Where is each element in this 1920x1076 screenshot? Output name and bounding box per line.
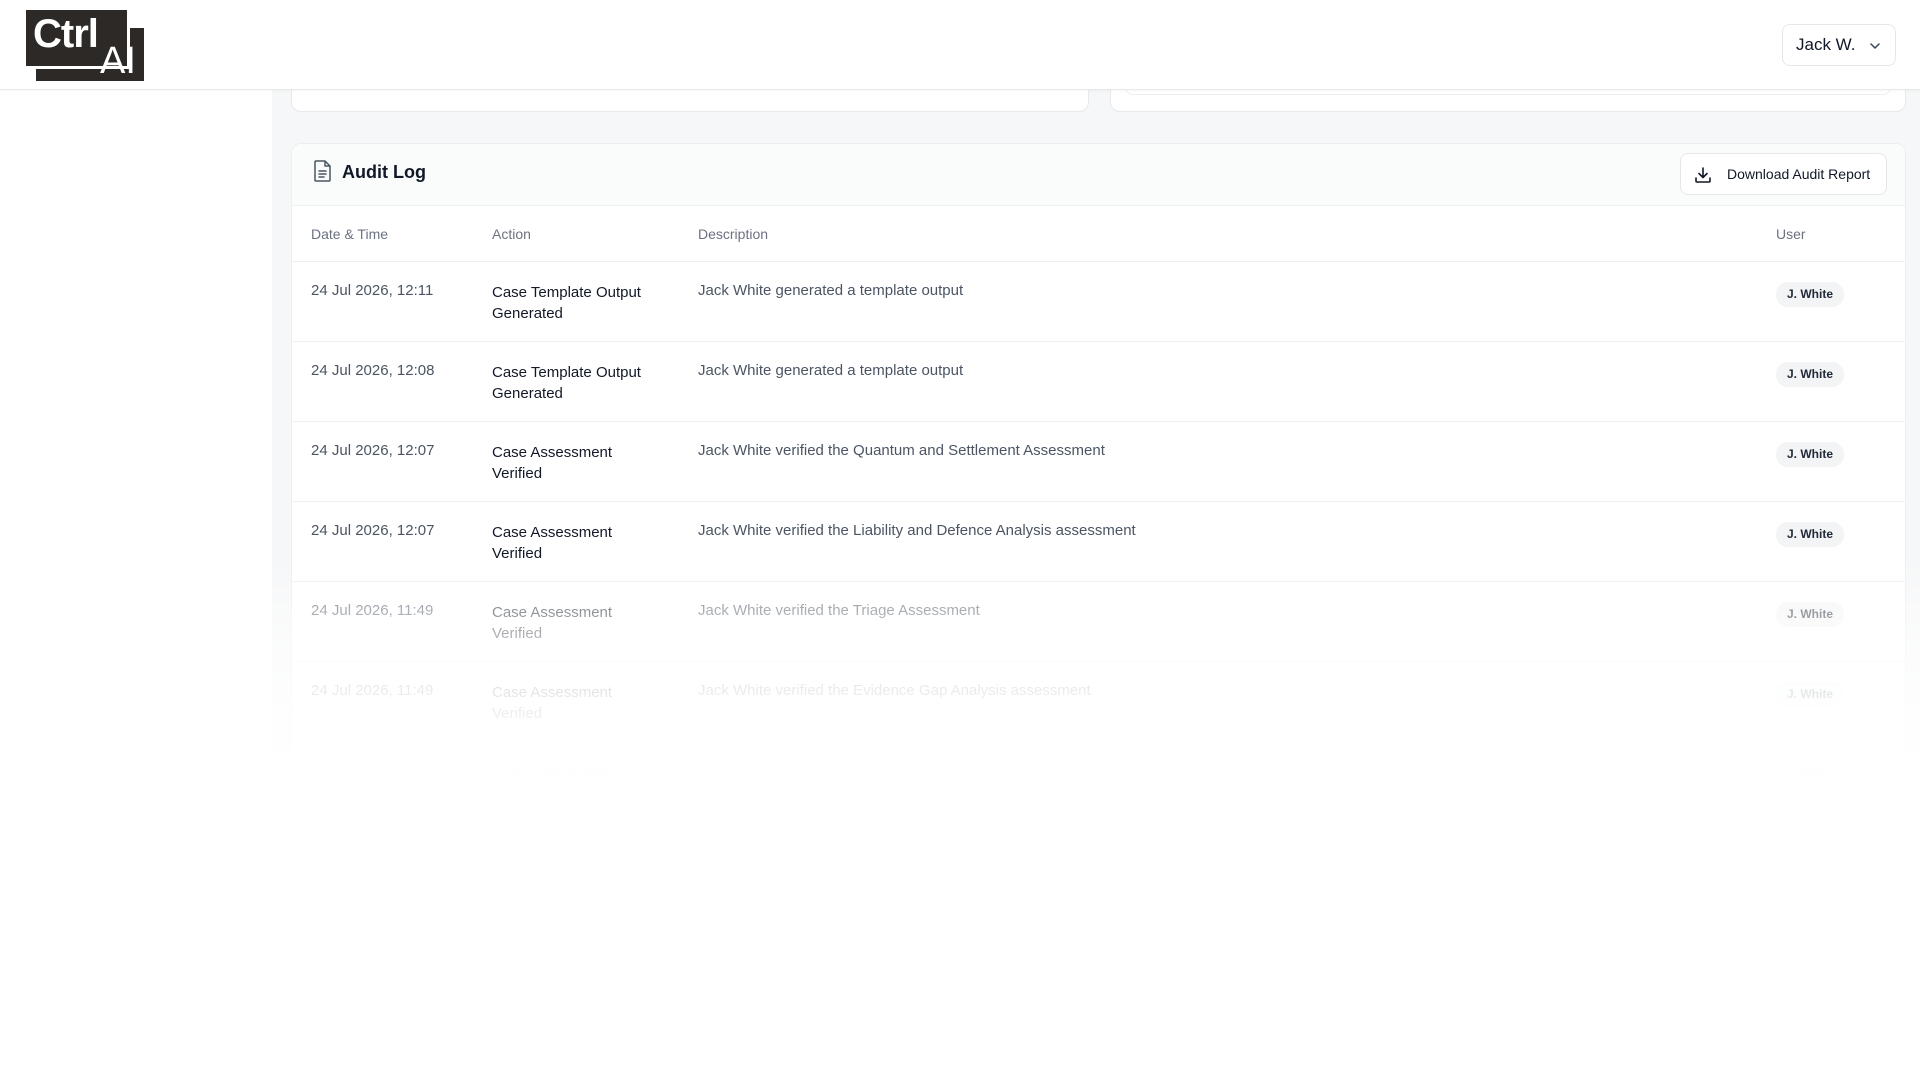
- audit-log-card: Audit Log Download Audit Report Date & T…: [291, 143, 1906, 863]
- logo-text-ai: AI: [100, 40, 136, 82]
- audit-log-title: Audit Log: [342, 162, 426, 182]
- download-audit-report-button[interactable]: Download Audit Report: [1680, 153, 1887, 195]
- user-badge: J. White: [1776, 762, 1845, 787]
- chevron-down-icon: [1870, 43, 1880, 49]
- row-date: 24 Jul 2026, 12:07: [311, 442, 435, 459]
- page-bottom-blank: [0, 860, 1920, 1076]
- row-action: Case Template Output Generated: [492, 284, 641, 322]
- row-description: Jack White verified the Liability and De…: [698, 522, 1136, 539]
- user-badge: J. White: [1776, 282, 1845, 307]
- row-action: Case Template Output Generated: [492, 364, 641, 402]
- top-header: Ctrl AI Jack W.: [0, 0, 1920, 90]
- row-description: Jack White verified the Evidence Gap Ana…: [698, 682, 1091, 699]
- row-action: Case Assessment Verified: [492, 684, 613, 722]
- row-date: 24 Jul 2026, 11:49: [311, 762, 434, 779]
- row-date: 24 Jul 2026, 11:49: [311, 602, 434, 619]
- row-date: 24 Jul 2026, 11:49: [311, 682, 434, 699]
- user-badge: J. White: [1776, 682, 1845, 707]
- column-header-date[interactable]: Date & Time: [311, 226, 388, 242]
- table-row[interactable]: 24 Jul 2026, 11:49 Case Assessment Verifi…: [292, 582, 1905, 662]
- row-action: Case Assessment Edited: [492, 764, 613, 802]
- user-badge: J. White: [1776, 522, 1845, 547]
- download-button-label: Download Audit Report: [1727, 166, 1871, 182]
- row-action: Case Assessment Verified: [492, 524, 613, 562]
- table-row[interactable]: 24 Jul 2026, 11:49 Case Assessment Edited…: [292, 742, 1905, 822]
- column-header-user[interactable]: User: [1776, 226, 1806, 242]
- logo-text-ctrl: Ctrl: [33, 12, 99, 56]
- row-description: Jack White verified the Triage Assessmen…: [698, 602, 980, 619]
- table-header: Date & Time Action Description User: [292, 206, 1905, 262]
- row-date: 24 Jul 2026, 11:48: [311, 842, 434, 859]
- download-icon: [1695, 167, 1711, 183]
- table-row[interactable]: 24 Jul 2026, 11:49 Case Assessment Verifi…: [292, 662, 1905, 742]
- audit-log-header: Audit Log Download Audit Report: [292, 144, 1905, 206]
- row-description: Jack White verified the Quantum and Sett…: [698, 442, 1105, 459]
- row-description: Jack White generated a template output: [698, 282, 964, 299]
- row-date: 24 Jul 2026, 12:11: [311, 282, 434, 299]
- table-row[interactable]: 24 Jul 2026, 12:07 Case Assessment Verifi…: [292, 502, 1905, 582]
- table-row[interactable]: 24 Jul 2026, 12:08 Case Template Output G…: [292, 342, 1905, 422]
- user-badge: J. White: [1776, 442, 1845, 467]
- table-row[interactable]: 24 Jul 2026, 11:48 Case Assessment Jack …: [292, 822, 1905, 862]
- row-date: 24 Jul 2026, 12:07: [311, 522, 435, 539]
- row-description: Jack White generated a template output: [698, 362, 964, 379]
- user-name: Jack W.: [1796, 35, 1856, 54]
- row-description: Jack White edited an assessment: [698, 762, 922, 779]
- user-badge: J. White: [1776, 362, 1845, 387]
- user-badge: J. White: [1776, 602, 1845, 627]
- column-header-action[interactable]: Action: [492, 226, 531, 242]
- row-description: Jack White verified the General Case Ass…: [698, 842, 1031, 859]
- user-menu-button[interactable]: Jack W.: [1782, 24, 1896, 66]
- row-action: Case Assessment Verified: [492, 604, 613, 642]
- ctrl-ai-logo[interactable]: Ctrl AI: [26, 10, 144, 82]
- document-icon: [314, 160, 331, 182]
- row-date: 24 Jul 2026, 12:08: [311, 362, 435, 379]
- column-header-description[interactable]: Description: [698, 226, 768, 242]
- row-action: Case Assessment Verified: [492, 444, 613, 482]
- table-row[interactable]: 24 Jul 2026, 12:07 Case Assessment Verifi…: [292, 422, 1905, 502]
- table-row[interactable]: 24 Jul 2026, 12:11 Case Template Output G…: [292, 262, 1905, 342]
- audit-log-table-body: 24 Jul 2026, 12:11 Case Template Output G…: [292, 262, 1905, 862]
